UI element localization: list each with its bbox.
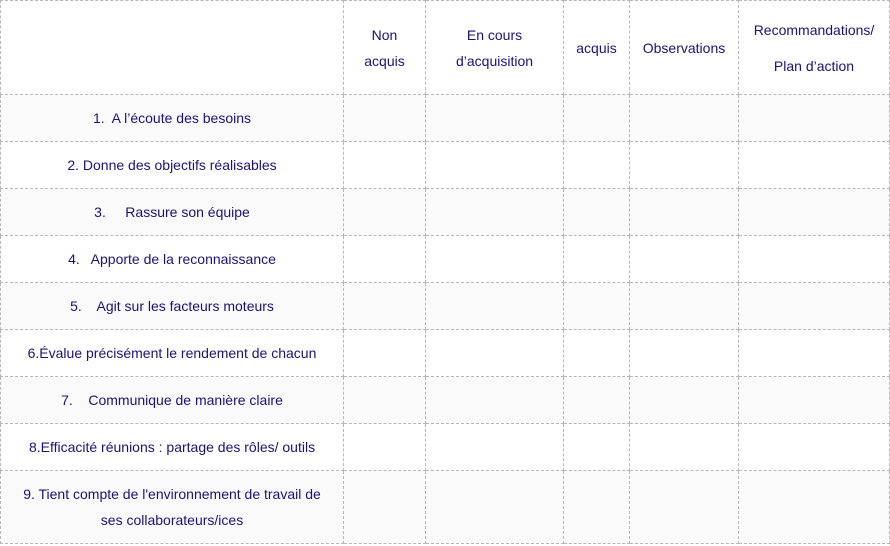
header-en-cours-line-1: En cours xyxy=(466,26,523,43)
recommandations-cell[interactable] xyxy=(738,188,890,236)
recommandations-cell[interactable] xyxy=(738,470,890,544)
non-acquis-cell[interactable] xyxy=(343,329,426,377)
criterion-text: 8.Efficacité réunions : partage des rôle… xyxy=(28,439,316,455)
non-acquis-cell[interactable] xyxy=(343,282,426,330)
observations-cell[interactable] xyxy=(629,235,739,283)
header-criteria xyxy=(0,0,344,95)
header-non-acquis: Non acquis xyxy=(343,0,426,95)
header-observations: Observations xyxy=(629,0,739,95)
acquis-cell[interactable] xyxy=(563,235,630,283)
en-cours-cell[interactable] xyxy=(425,235,564,283)
criterion-text: 9. Tient compte de l'environnement de tr… xyxy=(23,486,321,502)
criterion-cell: 7. Communique de manière claire xyxy=(0,376,344,424)
recommandations-cell[interactable] xyxy=(738,329,890,377)
table-row: 7. Communique de manière claire xyxy=(0,376,890,424)
recommandations-cell[interactable] xyxy=(738,235,890,283)
observations-cell[interactable] xyxy=(629,423,739,471)
en-cours-cell[interactable] xyxy=(425,94,564,142)
recommandations-cell[interactable] xyxy=(738,141,890,189)
acquis-cell[interactable] xyxy=(563,470,630,544)
observations-cell[interactable] xyxy=(629,188,739,236)
criterion-cell: 9. Tient compte de l'environnement de tr… xyxy=(0,470,344,544)
recommandations-cell[interactable] xyxy=(738,282,890,330)
en-cours-cell[interactable] xyxy=(425,329,564,377)
non-acquis-cell[interactable] xyxy=(343,235,426,283)
acquis-cell[interactable] xyxy=(563,423,630,471)
table-row: 5. Agit sur les facteurs moteurs xyxy=(0,282,890,330)
observations-cell[interactable] xyxy=(629,141,739,189)
observations-cell[interactable] xyxy=(629,376,739,424)
en-cours-cell[interactable] xyxy=(425,470,564,544)
non-acquis-cell[interactable] xyxy=(343,94,426,142)
criterion-text: 4. Apporte de la reconnaissance xyxy=(68,251,276,267)
header-recommandations: Recommandations/ Plan d’action xyxy=(738,0,890,95)
non-acquis-cell[interactable] xyxy=(343,470,426,544)
non-acquis-cell[interactable] xyxy=(343,423,426,471)
recommandations-cell[interactable] xyxy=(738,94,890,142)
recommandations-cell[interactable] xyxy=(738,423,890,471)
non-acquis-cell[interactable] xyxy=(343,141,426,189)
header-en-cours: En cours d’acquisition xyxy=(425,0,564,95)
en-cours-cell[interactable] xyxy=(425,376,564,424)
acquis-cell[interactable] xyxy=(563,376,630,424)
criterion-cell: 3. Rassure son équipe xyxy=(0,188,344,236)
en-cours-cell[interactable] xyxy=(425,188,564,236)
acquis-cell[interactable] xyxy=(563,94,630,142)
header-row: Non acquis En cours d’acquisition acquis… xyxy=(0,0,890,95)
criterion-text: 7. Communique de manière claire xyxy=(61,392,283,408)
table-row: 3. Rassure son équipe xyxy=(0,188,890,236)
en-cours-cell[interactable] xyxy=(425,282,564,330)
criterion-text: 2. Donne des objectifs réalisables xyxy=(67,157,277,173)
header-non-acquis-line-2: acquis xyxy=(364,52,405,69)
observations-cell[interactable] xyxy=(629,329,739,377)
criterion-cell: 1. A l’écoute des besoins xyxy=(0,94,344,142)
header-non-acquis-line-1: Non xyxy=(371,26,398,43)
criterion-cell: 5. Agit sur les facteurs moteurs xyxy=(0,282,344,330)
observations-cell[interactable] xyxy=(629,94,739,142)
criterion-cell: 4. Apporte de la reconnaissance xyxy=(0,235,344,283)
non-acquis-cell[interactable] xyxy=(343,376,426,424)
criterion-text: 5. Agit sur les facteurs moteurs xyxy=(70,298,274,314)
acquis-cell[interactable] xyxy=(563,329,630,377)
non-acquis-cell[interactable] xyxy=(343,188,426,236)
acquis-cell[interactable] xyxy=(563,188,630,236)
observations-cell[interactable] xyxy=(629,282,739,330)
criterion-cell: 2. Donne des objectifs réalisables xyxy=(0,141,344,189)
header-recommandations-line-2: Plan d’action xyxy=(773,57,855,74)
header-acquis: acquis xyxy=(563,0,630,95)
header-en-cours-line-2: d’acquisition xyxy=(455,52,534,69)
evaluation-table: Non acquis En cours d’acquisition acquis… xyxy=(0,0,890,544)
acquis-cell[interactable] xyxy=(563,282,630,330)
criterion-text: 1. A l’écoute des besoins xyxy=(93,110,251,126)
table-row: 8.Efficacité réunions : partage des rôle… xyxy=(0,423,890,471)
observations-cell[interactable] xyxy=(629,470,739,544)
table-row: 9. Tient compte de l'environnement de tr… xyxy=(0,470,890,544)
recommandations-cell[interactable] xyxy=(738,376,890,424)
en-cours-cell[interactable] xyxy=(425,423,564,471)
acquis-cell[interactable] xyxy=(563,141,630,189)
table-row: 6.Évalue précisément le rendement de cha… xyxy=(0,329,890,377)
header-recommandations-gap xyxy=(743,42,885,54)
table-row: 2. Donne des objectifs réalisables xyxy=(0,141,890,189)
en-cours-cell[interactable] xyxy=(425,141,564,189)
table-row: 4. Apporte de la reconnaissance xyxy=(0,235,890,283)
criterion-cell: 8.Efficacité réunions : partage des rôle… xyxy=(0,423,344,471)
criterion-text: 3. Rassure son équipe xyxy=(94,204,250,220)
header-recommandations-line-1: Recommandations/ xyxy=(753,21,875,38)
criterion-text: ses collaborateurs/ices xyxy=(100,512,244,528)
table-row: 1. A l’écoute des besoins xyxy=(0,94,890,142)
criterion-text: 6.Évalue précisément le rendement de cha… xyxy=(27,345,317,361)
criterion-cell: 6.Évalue précisément le rendement de cha… xyxy=(0,329,344,377)
